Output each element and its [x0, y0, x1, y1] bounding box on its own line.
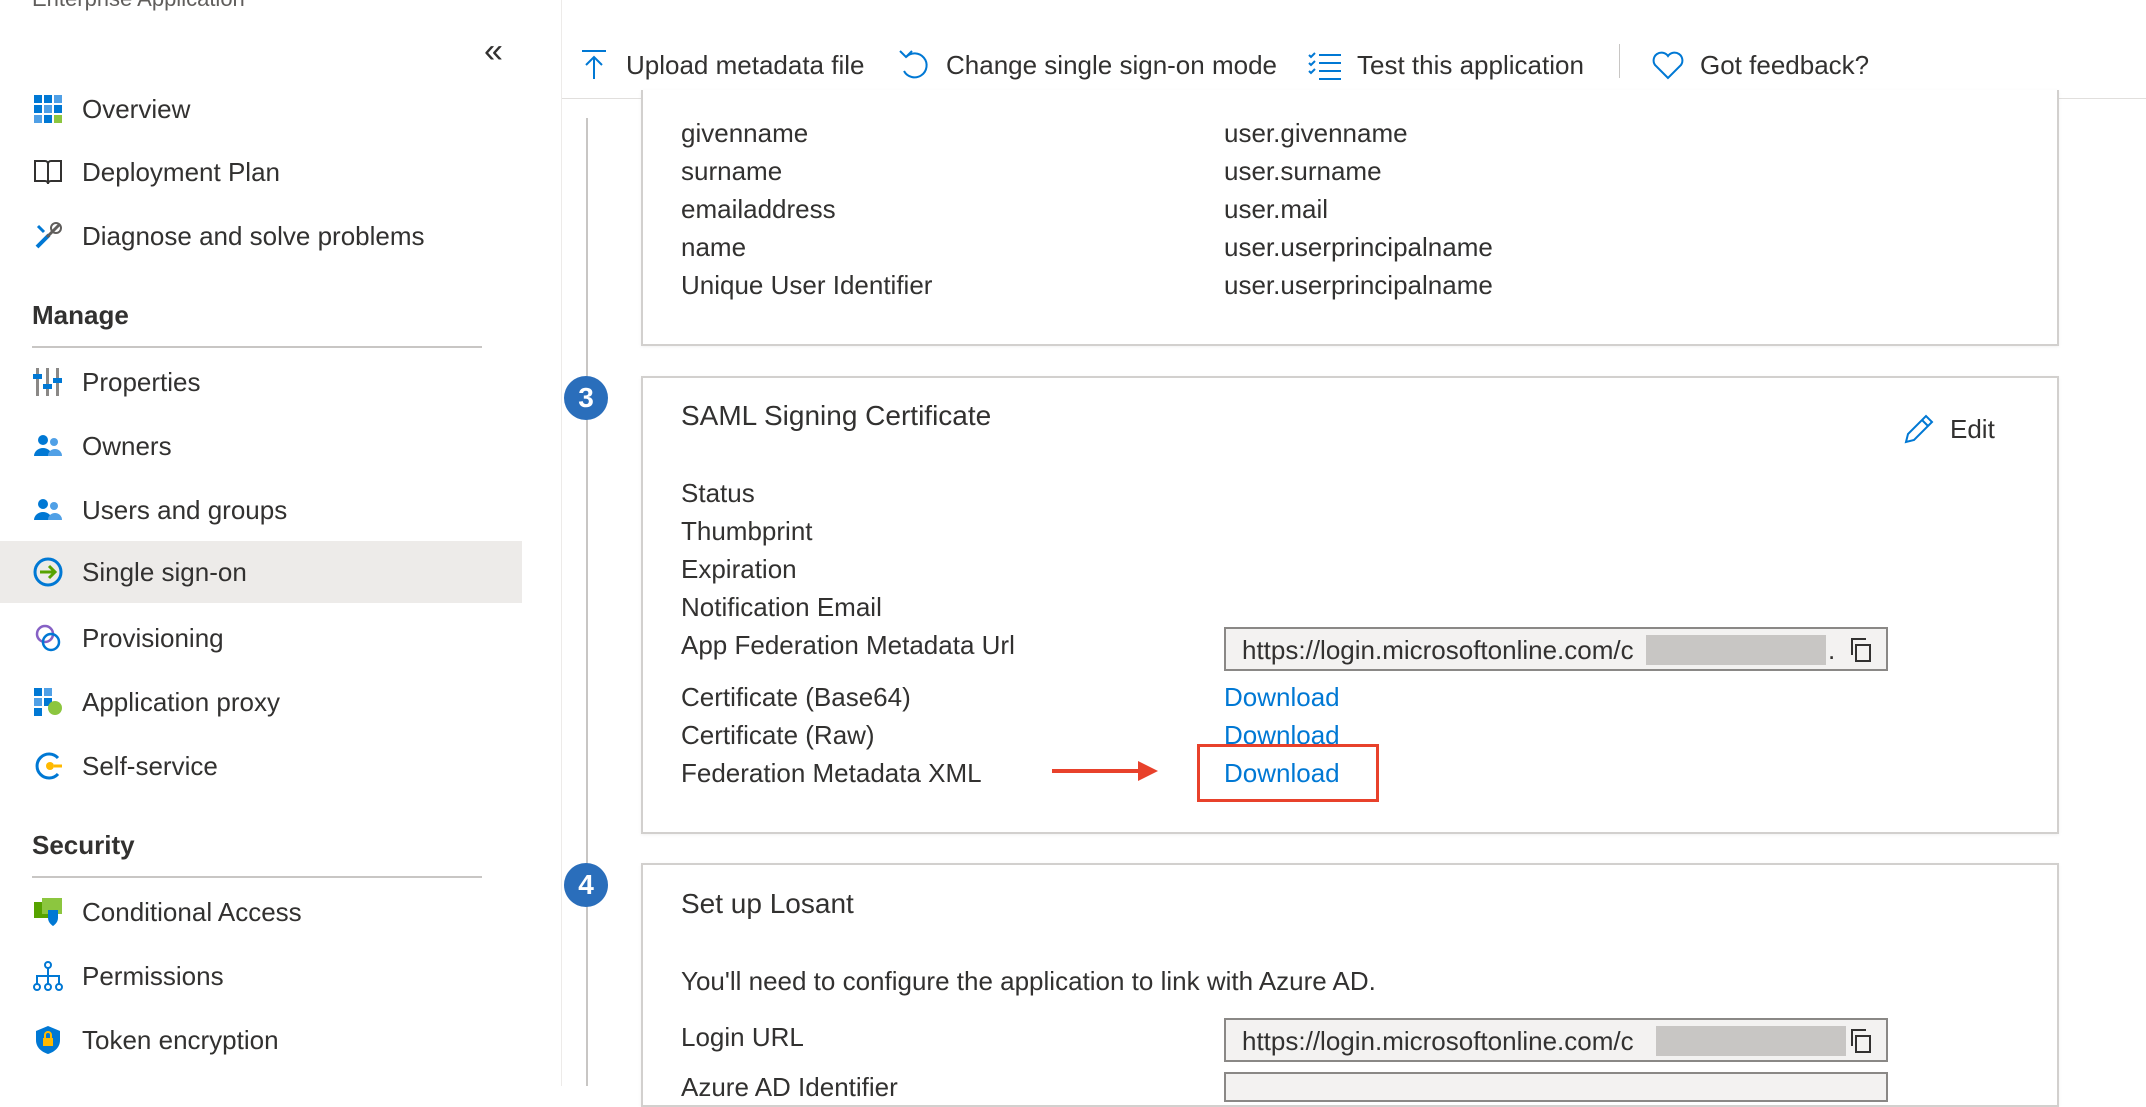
sidebar-item-label: Properties	[82, 367, 201, 397]
app-proxy-icon	[34, 688, 62, 716]
sidebar-item-permissions[interactable]: Permissions	[0, 945, 522, 1007]
sidebar-item-label: Deployment Plan	[82, 157, 280, 187]
metadata-url-label: App Federation Metadata Url	[681, 630, 1015, 660]
claim-value: user.userprincipalname	[1224, 270, 1493, 300]
login-url-field[interactable]: https://login.microsoftonline.com/c	[1224, 1018, 1888, 1062]
overview-grid-icon	[34, 95, 62, 123]
sidebar-item-label: Owners	[82, 431, 172, 461]
sidebar-item-application-proxy[interactable]: Application proxy	[0, 671, 522, 733]
wrench-icon	[35, 222, 62, 249]
provisioning-icon	[35, 624, 61, 652]
step-3-badge: 3	[564, 376, 608, 420]
claim-name: Unique User Identifier	[681, 270, 933, 300]
security-heading: Security	[32, 830, 135, 860]
step-connector-line	[586, 118, 588, 1086]
sidebar-item-label: Token encryption	[82, 1025, 279, 1055]
sidebar-item-conditional-access[interactable]: Conditional Access	[0, 881, 522, 943]
setup-description: You'll need to configure the application…	[681, 966, 1376, 996]
federation-xml-label: Federation Metadata XML	[681, 758, 982, 788]
sidebar-item-label: Permissions	[82, 961, 224, 991]
sidebar-item-self-service[interactable]: Self-service	[0, 735, 522, 797]
sso-arrow-icon	[33, 557, 63, 587]
metadata-url-field[interactable]: https://login.microsoftonline.com/c .	[1224, 627, 1888, 671]
claim-value: user.mail	[1224, 194, 1329, 224]
sidebar-item-label: Application proxy	[82, 687, 280, 717]
claim-name: surname	[681, 156, 783, 186]
sidebar-item-single-sign-on[interactable]: Single sign-on	[0, 541, 522, 603]
command-bar: Upload metadata file Change single sign-…	[562, 0, 2146, 99]
test-application-button[interactable]: Test this application	[1307, 40, 1584, 90]
claim-name: givenname	[681, 118, 809, 148]
copy-icon[interactable]	[1848, 1028, 1874, 1054]
owners-people-icon	[34, 435, 62, 456]
claim-value: user.givenname	[1224, 118, 1408, 148]
claim-name: emailaddress	[681, 194, 836, 224]
sidebar-item-label: Diagnose and solve problems	[82, 221, 425, 251]
copy-icon[interactable]	[1848, 637, 1874, 663]
app-subtitle: Enterprise Application	[32, 0, 245, 12]
sidebar-item-properties[interactable]: Properties	[0, 351, 522, 413]
saml-card-title: SAML Signing Certificate	[681, 400, 992, 431]
sidebar-item-label: Provisioning	[82, 623, 224, 653]
status-label: Status	[681, 478, 755, 508]
upload-metadata-button[interactable]: Upload metadata file	[576, 40, 864, 90]
sidebar-item-provisioning[interactable]: Provisioning	[0, 607, 522, 669]
sidebar-item-token-encryption[interactable]: Token encryption	[0, 1009, 522, 1071]
claim-name: name	[681, 232, 747, 262]
manage-divider	[32, 346, 482, 348]
highlight-box-annotation	[1197, 744, 1379, 802]
manage-heading: Manage	[32, 300, 129, 330]
sidebar-item-owners[interactable]: Owners	[0, 415, 522, 477]
undo-icon	[899, 50, 928, 79]
self-service-icon	[35, 752, 62, 780]
conditional-access-icon	[34, 898, 62, 926]
cert-base64-label: Certificate (Base64)	[681, 682, 911, 712]
identifier-field[interactable]	[1224, 1072, 1888, 1102]
feedback-button[interactable]: Got feedback?	[1650, 40, 1869, 90]
step-4-badge: 4	[564, 863, 608, 907]
expiration-label: Expiration	[681, 554, 797, 584]
login-url-label: Login URL	[681, 1022, 804, 1052]
sidebar-item-users-groups[interactable]: Users and groups	[0, 479, 522, 541]
security-divider	[32, 876, 482, 878]
sidebar-divider	[561, 0, 562, 1086]
sidebar-item-diagnose[interactable]: Diagnose and solve problems	[0, 205, 522, 267]
redacted-value	[1646, 635, 1826, 665]
sidebar-item-label: Conditional Access	[82, 897, 302, 927]
cert-raw-label: Certificate (Raw)	[681, 720, 875, 750]
upload-icon	[582, 50, 606, 79]
properties-sliders-icon	[33, 368, 62, 396]
edit-certificate-button[interactable]: Edit	[1902, 412, 1995, 446]
sidebar-item-label: Single sign-on	[82, 557, 247, 587]
permissions-tree-icon	[33, 961, 63, 991]
sidebar-item-label: Self-service	[82, 751, 218, 781]
sidebar-item-label: Users and groups	[82, 495, 288, 525]
book-icon	[34, 160, 62, 185]
sidebar-item-label: Overview	[82, 94, 191, 124]
claim-value: user.surname	[1224, 156, 1382, 186]
claim-value: user.userprincipalname	[1224, 232, 1493, 262]
sidebar-item-overview[interactable]: Overview	[0, 78, 522, 140]
checklist-icon	[1308, 52, 1341, 80]
thumbprint-label: Thumbprint	[681, 516, 813, 546]
download-cert-base64-link[interactable]: Download	[1224, 682, 1340, 713]
users-groups-icon	[34, 499, 62, 520]
redacted-value	[1656, 1026, 1846, 1056]
setup-card-title: Set up Losant	[681, 888, 854, 919]
shield-lock-icon	[36, 1026, 60, 1054]
change-sso-mode-button[interactable]: Change single sign-on mode	[896, 40, 1277, 90]
notification-email-label: Notification Email	[681, 592, 882, 622]
pencil-icon	[1904, 414, 1934, 444]
identifier-label: Azure AD Identifier	[681, 1072, 898, 1102]
sidebar-item-deployment-plan[interactable]: Deployment Plan	[0, 141, 522, 203]
toolbar-separator	[1619, 44, 1620, 78]
heart-icon	[1652, 51, 1684, 80]
red-arrow-annotation	[1052, 761, 1158, 781]
collapse-sidebar-icon[interactable]: «	[484, 34, 503, 68]
